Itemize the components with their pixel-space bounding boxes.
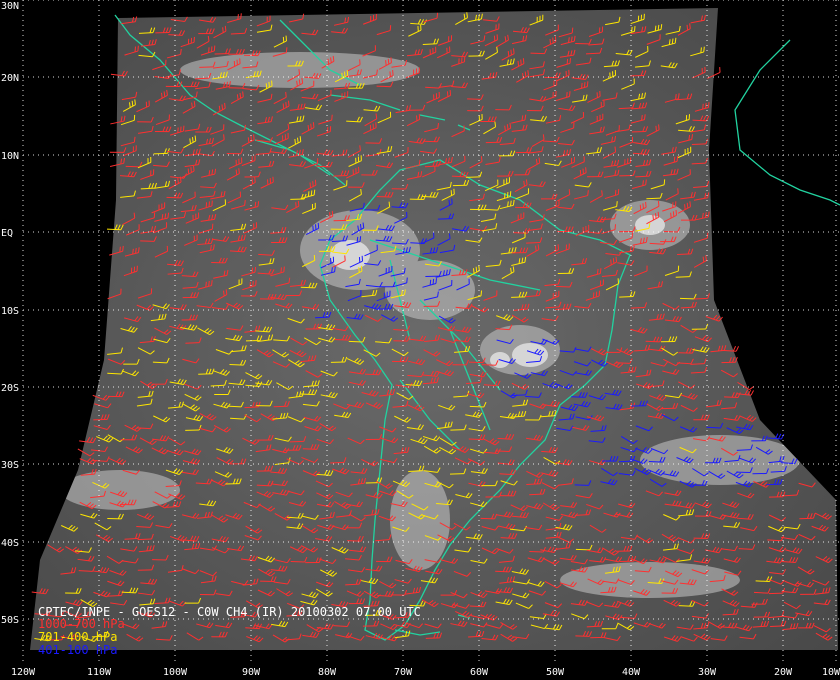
legend-low-level: 1000-700 hPa xyxy=(38,617,125,631)
longitude-label: 110W xyxy=(87,667,112,678)
latitude-label: EQ xyxy=(1,228,13,239)
longitude-label: 100W xyxy=(163,667,188,678)
satellite-wind-map: 30N 20N 10N EQ 10S 20S 30S 40S 50S 120W 110W 100W 9… xyxy=(0,0,840,680)
longitude-label: 40W xyxy=(622,667,641,678)
longitude-label: 10W xyxy=(822,667,840,678)
latitude-label: 20S xyxy=(1,383,19,394)
longitude-label: 20W xyxy=(774,667,793,678)
latitude-label: 20N xyxy=(1,73,19,84)
longitude-label: 60W xyxy=(470,667,489,678)
longitude-label: 80W xyxy=(318,667,337,678)
longitude-label: 120W xyxy=(11,667,36,678)
longitude-label: 70W xyxy=(394,667,413,678)
latitude-label: 30S xyxy=(1,460,19,471)
legend-high-level: 401-100 hPa xyxy=(38,643,117,657)
latitude-label: 50S xyxy=(1,615,19,626)
latitude-label: 10N xyxy=(1,151,19,162)
longitude-label: 30W xyxy=(698,667,717,678)
longitude-label: 90W xyxy=(242,667,261,678)
latitude-label: 40S xyxy=(1,538,19,549)
longitude-label: 50W xyxy=(546,667,565,678)
latitude-label: 10S xyxy=(1,306,19,317)
legend-mid-level: 701-400 hPa xyxy=(38,630,117,644)
latitude-label: 30N xyxy=(1,1,19,12)
